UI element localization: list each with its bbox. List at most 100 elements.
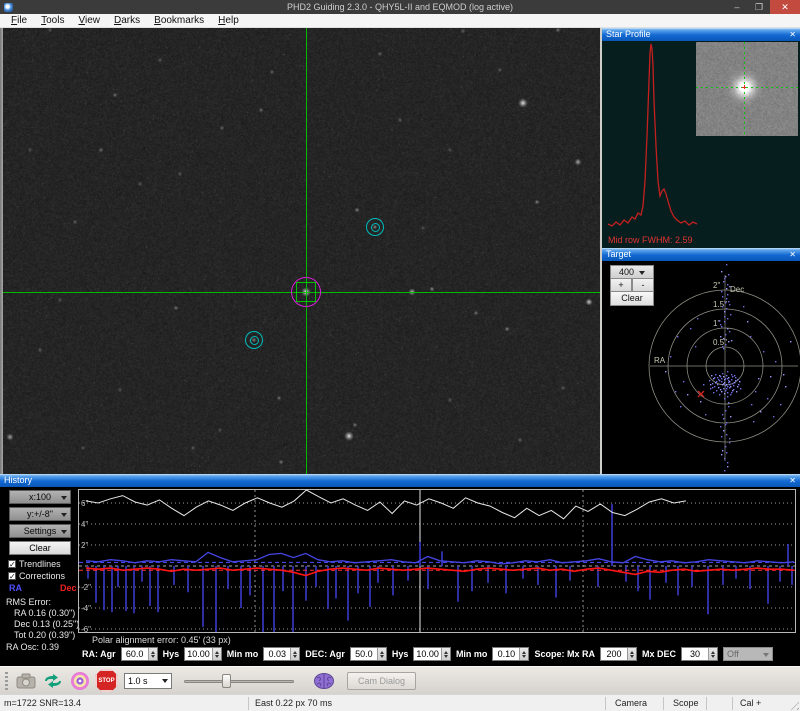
stop-button[interactable]: STOP (95, 669, 118, 692)
title-bar: PHD2 Guiding 2.3.0 - QHY5L-II and EQMOD … (0, 0, 800, 14)
param-value[interactable]: 0.03 (264, 648, 291, 660)
guide-icon[interactable] (68, 670, 92, 692)
param-label: Mx DEC (641, 649, 676, 659)
rms-dec: Dec 0.13 (0.25") (14, 619, 80, 629)
param-value[interactable]: 0.10 (493, 648, 520, 660)
star-profile-caption[interactable]: Star Profile ✕ (602, 28, 800, 41)
star-mass-snr-status: m=1722 SNR=13.4 (4, 698, 82, 708)
gamma-slider[interactable] (184, 673, 294, 689)
svg-text:2": 2" (713, 281, 720, 290)
spinner-arrows[interactable] (626, 648, 636, 660)
svg-text:0.5": 0.5" (713, 338, 727, 347)
slider-track[interactable] (184, 679, 294, 683)
spinner-arrows[interactable] (147, 648, 157, 660)
target-pane: Target ✕ 400 + - Clear 0.5" 1" 1.5" 2" RA Dec (602, 248, 800, 474)
checkbox-checked-icon[interactable]: ✓ (8, 560, 16, 569)
app-window: PHD2 Guiding 2.3.0 - QHY5L-II and EQMOD … (0, 0, 800, 711)
exposure-select[interactable]: 1.0 s (124, 672, 172, 689)
fwhm-readout: Mid row FWHM: 2.59 (608, 235, 693, 245)
resize-grip[interactable] (787, 698, 799, 710)
spinner-arrows[interactable] (519, 648, 529, 660)
toolbar-grip[interactable] (5, 671, 8, 690)
param-value[interactable]: 30 (681, 648, 708, 660)
star-field-canvas (3, 28, 600, 474)
corrections-label: Corrections (19, 571, 66, 581)
param-value[interactable]: 60.0 (121, 648, 148, 660)
param-spinner-min-mo[interactable]: 0.10 (492, 647, 530, 661)
calibration-status: Cal + (740, 698, 762, 708)
history-caption[interactable]: History ✕ (0, 474, 800, 487)
menu-item-help[interactable]: Help (211, 14, 246, 28)
settings-select[interactable]: Settings (9, 524, 71, 538)
checkbox-checked-icon[interactable]: ✓ (8, 572, 16, 581)
star-closeup-image (696, 42, 798, 136)
param-value[interactable]: 10.00 (414, 648, 441, 660)
rms-ra: RA 0.16 (0.30") (14, 608, 76, 618)
history-pane: History ✕ x:100 y:+/-8" Settings Clear ✓… (0, 474, 800, 666)
param-spinner-ra-agr[interactable]: 60.0 (120, 647, 158, 661)
param-spinner-scope-mx-ra[interactable]: 200 (599, 647, 637, 661)
slider-thumb[interactable] (222, 673, 231, 688)
spinner-arrows[interactable] (290, 648, 300, 660)
menu-item-view[interactable]: View (71, 14, 107, 28)
svg-text:1.5": 1.5" (713, 300, 727, 309)
svg-text:Dec: Dec (730, 285, 744, 294)
brain-advanced-settings-icon[interactable] (312, 670, 336, 692)
main-toolbar: STOP 1.0 s Cam Dialog (0, 666, 800, 694)
spinner-arrows[interactable] (376, 648, 386, 660)
target-zoom-select[interactable]: 400 (610, 265, 654, 279)
close-icon[interactable]: ✕ (789, 28, 796, 41)
svg-text:-2": -2" (81, 583, 91, 592)
spinner-arrows[interactable] (440, 648, 450, 660)
param-label: Hys (391, 649, 409, 659)
param-value[interactable]: 10.00 (185, 648, 212, 660)
trendlines-checkbox-row[interactable]: ✓ Trendlines (8, 559, 61, 569)
x-scale-select[interactable]: x:100 (9, 490, 71, 504)
ra-legend[interactable]: RA (9, 583, 22, 593)
maximize-button[interactable]: ❐ (748, 0, 770, 14)
dec-guide-mode-value: Off (726, 649, 739, 659)
close-button[interactable]: ✕ (770, 0, 800, 14)
param-spinner-dec-agr[interactable]: 50.0 (349, 647, 387, 661)
chevron-down-icon (639, 270, 646, 278)
star-profile-body: Mid row FWHM: 2.59 (602, 41, 800, 248)
star-profile-pane: Star Profile ✕ Mid row FWHM: 2.59 (602, 28, 800, 248)
target-clear-button[interactable]: Clear (610, 292, 654, 306)
secondary-star-marker (245, 331, 263, 349)
target-zoom-out-button[interactable]: - (632, 279, 654, 292)
ra-osc: RA Osc: 0.39 (6, 642, 60, 652)
spinner-arrows[interactable] (211, 648, 221, 660)
param-spinner-min-mo[interactable]: 0.03 (263, 647, 301, 661)
corrections-checkbox-row[interactable]: ✓ Corrections (8, 571, 65, 581)
camera-setup-icon[interactable] (14, 670, 38, 692)
scope-status: Scope (673, 698, 699, 708)
loop-exposures-icon[interactable] (41, 670, 65, 692)
dec-guide-mode-select[interactable]: Off (722, 647, 773, 661)
menu-item-file[interactable]: File (4, 14, 34, 28)
param-spinner-hys[interactable]: 10.00 (184, 647, 222, 661)
secondary-star-marker (366, 218, 384, 236)
y-scale-select[interactable]: y:+/-8" (9, 507, 71, 521)
svg-text:6": 6" (81, 499, 88, 508)
param-label: Min mo (455, 649, 488, 659)
dec-legend[interactable]: Dec (60, 583, 77, 593)
menu-item-darks[interactable]: Darks (107, 14, 147, 28)
param-spinner-hys[interactable]: 10.00 (413, 647, 451, 661)
target-zoom-in-button[interactable]: + (610, 279, 632, 292)
menu-item-tools[interactable]: Tools (34, 14, 71, 28)
spinner-arrows[interactable] (707, 648, 717, 660)
param-label: Hys (162, 649, 180, 659)
menu-item-bookmarks[interactable]: Bookmarks (147, 14, 211, 28)
history-clear-button[interactable]: Clear (9, 541, 71, 555)
cam-dialog-button[interactable]: Cam Dialog (347, 671, 417, 690)
target-caption[interactable]: Target ✕ (602, 248, 800, 261)
param-value[interactable]: 50.0 (350, 648, 377, 660)
polar-alignment-note: Polar alignment error: 0.45' (33 px) (92, 635, 231, 645)
close-icon[interactable]: ✕ (789, 474, 796, 487)
minimize-button[interactable]: – (726, 0, 748, 14)
close-icon[interactable]: ✕ (789, 248, 796, 261)
chevron-down-icon (61, 512, 67, 520)
guide-camera-image[interactable] (3, 28, 600, 474)
param-value[interactable]: 200 (600, 648, 627, 660)
param-spinner-mx-dec[interactable]: 30 (680, 647, 718, 661)
